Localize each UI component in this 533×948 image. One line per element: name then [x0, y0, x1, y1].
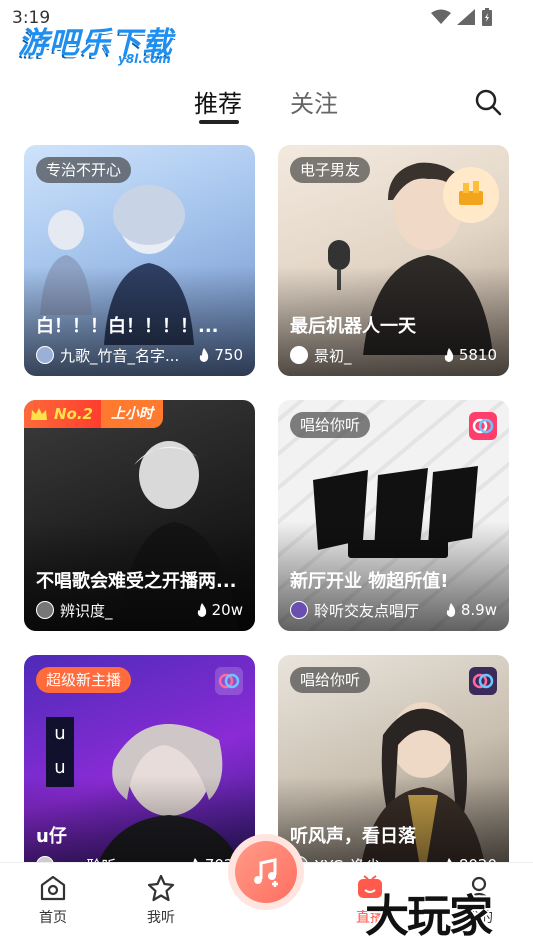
- tab-active-indicator: [199, 120, 239, 124]
- nav-home-label: 首页: [39, 910, 67, 926]
- room-card[interactable]: 唱给你听 新厅开业 物超所值! 聆听交友点唱厅 8.9w: [278, 400, 509, 631]
- tab-follow[interactable]: 关注: [290, 84, 338, 119]
- host-name: 景初_: [314, 346, 352, 365]
- room-tag: 专治不开心: [36, 157, 132, 183]
- room-footer: 九歌_竹音_名字... 750: [36, 344, 243, 366]
- room-card[interactable]: 专治不开心 白！！！白！！！！... 九歌_竹音_名字... 750: [24, 145, 255, 376]
- signal-icon: [457, 9, 475, 25]
- top-tabs: 推荐 关注: [0, 80, 533, 126]
- link-icon: [469, 667, 497, 695]
- create-room-button[interactable]: [228, 834, 304, 910]
- room-title: 听风声，看日落: [290, 826, 416, 847]
- crown-icon: [459, 181, 483, 205]
- status-icons: [431, 8, 493, 26]
- music-plus-icon: [254, 858, 278, 887]
- flame-icon: [446, 603, 456, 617]
- room-tag: 唱给你听: [290, 412, 371, 438]
- heat-count: 8.9w: [445, 601, 497, 619]
- avatar: [36, 601, 54, 619]
- room-tag: 超级新主播: [36, 667, 132, 693]
- flame-icon: [197, 603, 206, 617]
- nav-listen-label: 我听: [147, 910, 175, 926]
- flame-icon: [444, 348, 453, 362]
- heat-count: 750: [198, 346, 243, 364]
- room-title: 白！！！白！！！！...: [36, 316, 219, 337]
- battery-icon: [482, 8, 492, 26]
- watermark-logo: 游吧乐下载 y8l.com: [18, 26, 173, 66]
- crown-icon: [31, 408, 47, 420]
- host-name: 辨识度_: [60, 601, 113, 620]
- room-card[interactable]: No.2 上小时 不唱歌会难受之开播两... 辨识度_ 20w: [24, 400, 255, 631]
- avatar: [290, 601, 308, 619]
- nav-listen[interactable]: 我听: [131, 873, 191, 927]
- host-name: 九歌_竹音_名字...: [60, 346, 180, 365]
- room-title: 新厅开业 物超所值!: [290, 571, 449, 592]
- link-icon: [215, 667, 243, 695]
- watermark-brand: 大玩家: [365, 891, 493, 942]
- nav-home[interactable]: 首页: [23, 873, 83, 927]
- flame-icon: [200, 348, 209, 362]
- home-icon: [40, 875, 66, 901]
- rank-badge: No.2 上小时: [24, 400, 163, 428]
- wifi-icon: [431, 9, 451, 24]
- room-footer: 景初_ 5810: [290, 344, 497, 366]
- room-title: 不唱歌会难受之开播两...: [36, 571, 237, 592]
- star-icon: [147, 874, 175, 902]
- gift-badge: [443, 167, 499, 223]
- room-card[interactable]: uu 超级新主播 u仔 uu_聆听 7020: [24, 655, 255, 886]
- link-icon: [469, 412, 497, 440]
- room-card[interactable]: 电子男友 最后机器人一天 景初_ 5810: [278, 145, 509, 376]
- room-tag: 唱给你听: [290, 667, 371, 693]
- heat-count: 5810: [443, 346, 497, 364]
- room-footer: 聆听交友点唱厅 8.9w: [290, 599, 497, 621]
- tab-recommend[interactable]: 推荐: [194, 84, 242, 119]
- room-footer: 辨识度_ 20w: [36, 599, 243, 621]
- heat-count: 20w: [196, 601, 243, 619]
- host-name: 聆听交友点唱厅: [314, 601, 420, 620]
- avatar: [36, 346, 54, 364]
- room-title: 最后机器人一天: [290, 316, 416, 337]
- avatar: [290, 346, 308, 364]
- room-title: u仔: [36, 826, 67, 847]
- room-tag: 电子男友: [290, 157, 371, 183]
- room-card[interactable]: 唱给你听 听风声，看日落 XYC_净尘 8020: [278, 655, 509, 886]
- search-icon[interactable]: [474, 88, 502, 116]
